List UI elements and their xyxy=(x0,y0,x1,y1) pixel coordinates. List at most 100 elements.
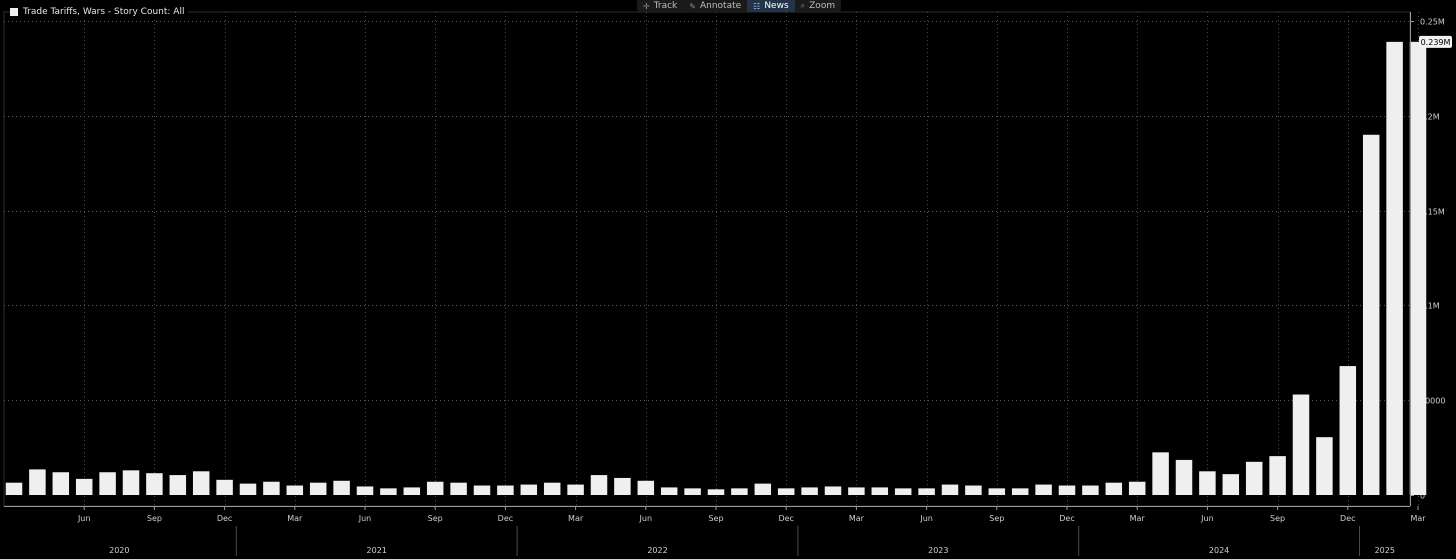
bar xyxy=(871,487,889,495)
x-tick-label: Mar xyxy=(287,514,303,523)
x-year-label: 2023 xyxy=(928,546,948,555)
bar xyxy=(450,482,467,495)
bar xyxy=(1409,41,1427,496)
bar xyxy=(380,488,397,495)
x-tick-label: Dec xyxy=(217,514,232,523)
bar xyxy=(239,483,257,495)
x-tick-label: Sep xyxy=(428,514,443,523)
bar xyxy=(1245,461,1263,495)
bar xyxy=(356,486,374,495)
bar xyxy=(1316,437,1333,495)
x-year-label: 2025 xyxy=(1375,546,1395,555)
bar xyxy=(988,488,1006,495)
bar xyxy=(965,485,982,495)
bar xyxy=(567,484,584,495)
bar xyxy=(1199,471,1216,495)
bar xyxy=(1269,456,1286,495)
bar xyxy=(1339,366,1357,495)
bar xyxy=(146,473,163,495)
news-button[interactable]: ☷ News xyxy=(747,0,795,12)
bar xyxy=(497,485,514,495)
x-tick-label: Dec xyxy=(1340,514,1355,523)
magnifier-icon: ⌕ xyxy=(800,1,806,10)
bar xyxy=(473,485,491,495)
bar xyxy=(1082,485,1099,495)
x-tick-label: Sep xyxy=(708,514,723,523)
bar xyxy=(29,469,46,495)
x-tick-label: Dec xyxy=(498,514,513,523)
bar xyxy=(941,484,959,495)
bar xyxy=(52,472,70,495)
x-tick-label: Dec xyxy=(778,514,793,523)
bar xyxy=(731,488,748,495)
bar xyxy=(1058,485,1076,495)
x-tick-label: Mar xyxy=(1410,514,1426,523)
bar xyxy=(1128,481,1146,495)
x-tick-label: Mar xyxy=(1130,514,1146,523)
x-tick-label: Dec xyxy=(1059,514,1074,523)
bar xyxy=(426,481,444,495)
legend-swatch xyxy=(10,8,18,16)
bar xyxy=(1152,452,1169,495)
track-button[interactable]: ✛ Track xyxy=(637,0,683,12)
bar xyxy=(754,483,772,495)
bar xyxy=(263,481,280,495)
news-label: News xyxy=(764,1,789,11)
annotate-label: Annotate xyxy=(699,1,742,11)
x-tick-label: Jun xyxy=(639,514,653,523)
zoom-button[interactable]: ⌕ Zoom xyxy=(795,0,841,12)
bar xyxy=(99,472,116,495)
x-tick-label: Jun xyxy=(1200,514,1214,523)
crosshair-icon: ✛ xyxy=(643,1,650,11)
bar xyxy=(543,482,561,495)
bar xyxy=(309,482,327,495)
bar xyxy=(169,475,187,495)
legend-label: Trade Tariffs, Wars - Story Count: All xyxy=(23,7,185,17)
bar xyxy=(75,478,93,495)
bar xyxy=(520,484,538,495)
bar xyxy=(1222,474,1240,495)
bar xyxy=(1362,134,1380,495)
bar xyxy=(403,487,421,495)
news-icon: ☷ xyxy=(753,1,761,11)
x-tick-label: Jun xyxy=(358,514,372,523)
bar xyxy=(1035,484,1052,495)
last-value-label: 0.239M xyxy=(1421,38,1451,47)
bar xyxy=(1292,394,1310,495)
x-tick-label: Jun xyxy=(77,514,91,523)
x-tick-label: Mar xyxy=(849,514,865,523)
bar xyxy=(5,482,23,495)
x-tick-label: Sep xyxy=(1270,514,1285,523)
bar xyxy=(333,480,350,495)
bar xyxy=(1011,488,1029,495)
x-year-label: 2022 xyxy=(647,546,667,555)
x-year-label: 2020 xyxy=(109,546,129,555)
track-label: Track xyxy=(653,1,678,11)
chart-toolbar: ✛ Track ✎ Annotate ☷ News ⌕ Zoom xyxy=(637,0,842,12)
x-tick-label: Jun xyxy=(919,514,933,523)
bar xyxy=(660,487,678,495)
bar xyxy=(777,488,795,495)
bar xyxy=(894,488,912,495)
bar xyxy=(1386,41,1403,496)
bar xyxy=(801,487,818,495)
annotate-button[interactable]: ✎ Annotate xyxy=(683,0,747,12)
bar xyxy=(122,470,140,495)
bar xyxy=(590,475,608,495)
bar xyxy=(614,477,631,495)
x-year-label: 2021 xyxy=(367,546,387,555)
bar xyxy=(824,486,842,495)
y-tick-label: 0.25M xyxy=(1420,18,1445,27)
bar xyxy=(684,488,701,495)
x-year-label: 2024 xyxy=(1209,546,1229,555)
bar xyxy=(918,488,935,495)
x-tick-label: Sep xyxy=(989,514,1004,523)
bar xyxy=(848,487,865,495)
x-tick-label: Sep xyxy=(147,514,162,523)
bar xyxy=(637,480,655,495)
plot-frame xyxy=(3,11,1411,507)
bar xyxy=(707,489,725,495)
zoom-label: Zoom xyxy=(809,1,836,11)
bar xyxy=(286,485,304,495)
chart-canvas: 0500000.1M0.15M0.2M0.25M0.239MJun Sep Dec M… xyxy=(3,11,1452,556)
